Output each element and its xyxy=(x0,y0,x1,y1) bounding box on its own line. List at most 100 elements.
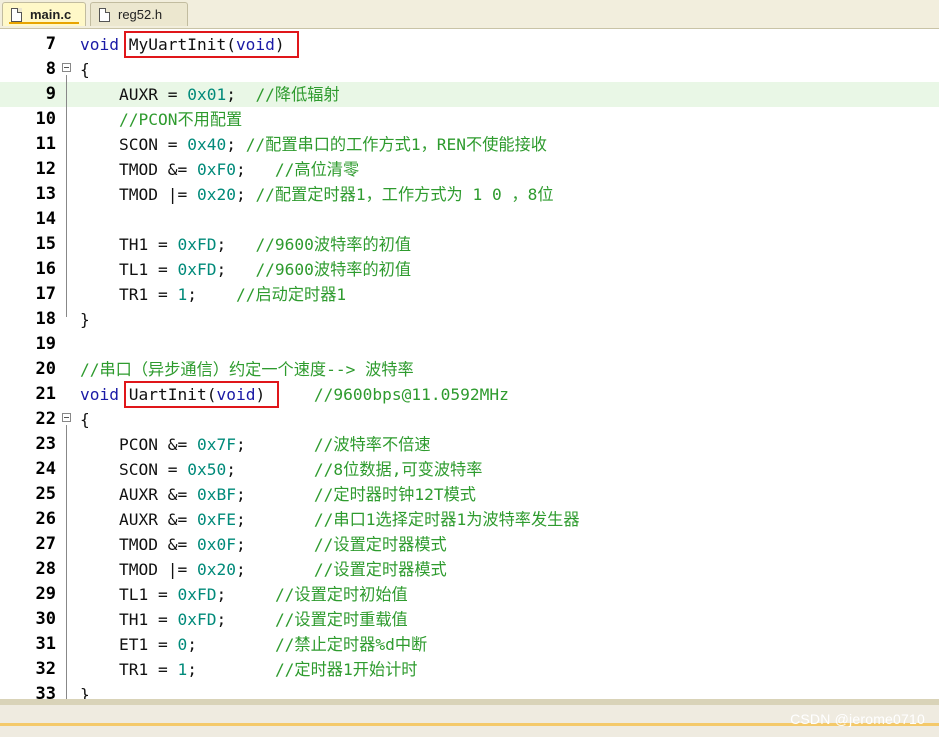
comment-token: //PCON不用配置 xyxy=(80,110,243,129)
code-text: AUXR = 0x01; //降低辐射 xyxy=(80,82,340,107)
code-line[interactable]: 17 TR1 = 1; //启动定时器1 xyxy=(0,282,939,307)
comment-token: //降低辐射 xyxy=(255,85,340,104)
code-token: TMOD &= xyxy=(80,535,197,554)
number-token: 0x40 xyxy=(187,135,227,154)
number-token: 0 xyxy=(177,635,188,654)
code-token: AUXR &= xyxy=(80,510,197,529)
line-number: 28 xyxy=(35,559,56,579)
code-line[interactable]: 33} xyxy=(0,682,939,699)
code-line[interactable]: 29 TL1 = 0xFD; //设置定时初始值 xyxy=(0,582,939,607)
line-number: 16 xyxy=(35,259,56,279)
code-token: ; xyxy=(235,435,314,454)
tab-main-c[interactable]: main.c xyxy=(2,2,86,26)
number-token: 0x20 xyxy=(196,185,236,204)
editor-tab-bar: main.c reg52.h xyxy=(0,0,939,29)
line-number: 32 xyxy=(35,659,56,679)
tab-reg52-h[interactable]: reg52.h xyxy=(90,2,188,26)
code-token: ; xyxy=(187,285,236,304)
line-number: 8 xyxy=(45,59,56,79)
line-number: 21 xyxy=(35,384,56,404)
comment-token: //波特率不倍速 xyxy=(313,435,431,454)
number-token: 1 xyxy=(177,285,188,304)
comment-token: //启动定时器1 xyxy=(235,285,347,304)
code-token: TMOD |= xyxy=(80,560,197,579)
code-line[interactable]: 27 TMOD &= 0x0F; //设置定时器模式 xyxy=(0,532,939,557)
code-token: TR1 = xyxy=(80,285,178,304)
code-line[interactable]: 26 AUXR &= 0xFE; //串口1选择定时器1为波特率发生器 xyxy=(0,507,939,532)
code-text: AUXR &= 0xBF; //定时器时钟12T模式 xyxy=(80,482,476,507)
code-token: ; xyxy=(226,135,246,154)
code-text: } xyxy=(80,682,90,699)
line-number: 25 xyxy=(35,484,56,504)
comment-token: //9600bps@11.0592MHz xyxy=(313,385,509,404)
fold-toggle-icon[interactable] xyxy=(62,413,71,422)
code-line[interactable]: 30 TH1 = 0xFD; //设置定时重载值 xyxy=(0,607,939,632)
number-token: 0xFD xyxy=(177,260,217,279)
line-number: 23 xyxy=(35,434,56,454)
code-text: ET1 = 0; //禁止定时器%d中断 xyxy=(80,632,427,657)
code-line[interactable]: 24 SCON = 0x50; //8位数据,可变波特率 xyxy=(0,457,939,482)
active-tab-underline xyxy=(9,22,79,24)
code-line[interactable]: 18} xyxy=(0,307,939,332)
tab-label: reg52.h xyxy=(118,7,163,22)
code-text: TMOD |= 0x20; //设置定时器模式 xyxy=(80,557,447,582)
code-token: TMOD &= xyxy=(80,160,197,179)
keyword-token: void xyxy=(80,35,119,54)
code-text: } xyxy=(80,307,90,332)
line-number: 29 xyxy=(35,584,56,604)
code-text: TH1 = 0xFD; //9600波特率的初值 xyxy=(80,232,411,257)
code-line[interactable]: 19 xyxy=(0,332,939,357)
code-line[interactable]: 10 //PCON不用配置 xyxy=(0,107,939,132)
code-editor[interactable]: 7 void MyUartInit(void) 8{9 AUXR = 0x01; /… xyxy=(0,29,939,699)
comment-token: //8位数据,可变波特率 xyxy=(313,460,483,479)
number-token: 0x0F xyxy=(196,535,236,554)
code-text: { xyxy=(80,407,90,432)
comment-token: //设置定时器模式 xyxy=(313,560,447,579)
code-line[interactable]: 32 TR1 = 1; //定时器1开始计时 xyxy=(0,657,939,682)
fold-toggle-icon[interactable] xyxy=(62,63,71,72)
number-token: 0x50 xyxy=(187,460,227,479)
code-text: TH1 = 0xFD; //设置定时重载值 xyxy=(80,607,408,632)
code-line[interactable]: 9 AUXR = 0x01; //降低辐射 xyxy=(0,82,939,107)
code-line[interactable]: 8{ xyxy=(0,57,939,82)
code-line[interactable]: 22 { xyxy=(0,407,939,432)
code-text: TMOD &= 0xF0; //高位清零 xyxy=(80,157,359,182)
code-text: TMOD &= 0x0F; //设置定时器模式 xyxy=(80,532,447,557)
code-line[interactable]: 13 TMOD |= 0x20; //配置定时器1，工作方式为 1 0 ，8位 xyxy=(0,182,939,207)
code-text: { xyxy=(80,57,90,82)
code-token: ; xyxy=(235,160,275,179)
code-line[interactable]: 15 TH1 = 0xFD; //9600波特率的初值 xyxy=(0,232,939,257)
comment-token: //高位清零 xyxy=(274,160,360,179)
line-number: 10 xyxy=(35,109,56,129)
comment-token: //9600波特率的初值 xyxy=(255,235,412,254)
code-token: ; xyxy=(216,585,275,604)
code-token: AUXR = xyxy=(80,85,188,104)
line-number: 11 xyxy=(35,134,56,154)
number-token: 0xFE xyxy=(196,510,236,529)
code-text: TL1 = 0xFD; //9600波特率的初值 xyxy=(80,257,411,282)
code-line[interactable]: 23 PCON &= 0x7F; //波特率不倍速 xyxy=(0,432,939,457)
code-text: //PCON不用配置 xyxy=(80,107,242,132)
code-line[interactable]: 12 TMOD &= 0xF0; //高位清零 xyxy=(0,157,939,182)
code-token: ; xyxy=(216,235,256,254)
code-token: { xyxy=(80,60,90,79)
code-token: ; xyxy=(226,85,256,104)
file-icon xyxy=(99,7,110,22)
code-text: TL1 = 0xFD; //设置定时初始值 xyxy=(80,582,408,607)
fold-guide-line xyxy=(66,425,67,699)
code-line[interactable]: 20 //串口（异步通信）约定一个速度--> 波特率 xyxy=(0,357,939,382)
code-token: ; xyxy=(226,460,314,479)
code-text: SCON = 0x50; //8位数据,可变波特率 xyxy=(80,457,482,482)
comment-token: //配置定时器1，工作方式为 1 0 ，8位 xyxy=(255,185,554,204)
code-line[interactable]: 25 AUXR &= 0xBF; //定时器时钟12T模式 xyxy=(0,482,939,507)
code-line[interactable]: 11 SCON = 0x40; //配置串口的工作方式1，REN不使能接收 xyxy=(0,132,939,157)
code-token: } xyxy=(80,310,90,329)
number-token: 0xBF xyxy=(196,485,236,504)
code-line[interactable]: 14 xyxy=(0,207,939,232)
code-line[interactable]: 28 TMOD |= 0x20; //设置定时器模式 xyxy=(0,557,939,582)
number-token: 0x01 xyxy=(187,85,227,104)
annotation-highlight-box xyxy=(123,31,299,58)
code-line[interactable]: 31 ET1 = 0; //禁止定时器%d中断 xyxy=(0,632,939,657)
code-line[interactable]: 16 TL1 = 0xFD; //9600波特率的初值 xyxy=(0,257,939,282)
comment-token: //设置定时重载值 xyxy=(274,610,408,629)
